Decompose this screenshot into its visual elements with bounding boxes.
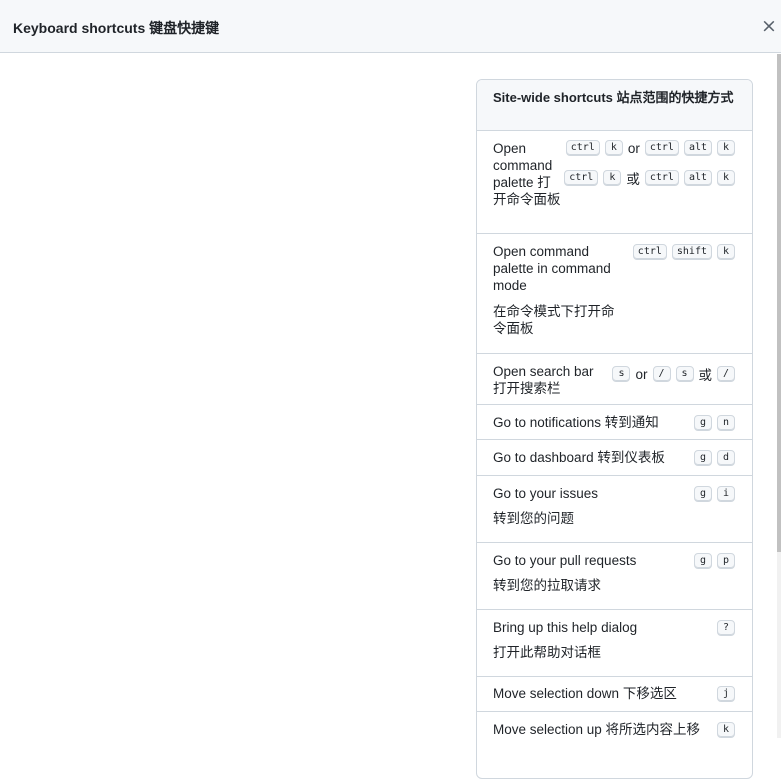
key: k <box>604 140 623 156</box>
key: ? <box>717 620 735 636</box>
shortcut-keys: ? <box>717 620 735 636</box>
shortcut-description-translation: 转到您的问题 <box>493 511 574 526</box>
shortcut-description: Open command palette 打开命令面板 <box>493 141 561 207</box>
key: alt <box>683 140 712 156</box>
key: g <box>694 553 712 569</box>
shortcut-description: Bring up this help dialog <box>493 620 638 635</box>
key: alt <box>683 170 712 186</box>
key: ctrl <box>644 170 679 186</box>
shortcut-description: Go to dashboard 转到仪表板 <box>493 450 665 465</box>
scrollbar-thumb[interactable] <box>777 54 781 552</box>
or-separator: 或 <box>626 172 640 187</box>
shortcut-keys: ctrl k 或 ctrl alt k <box>564 168 735 188</box>
key: j <box>717 686 735 702</box>
dialog-title: Keyboard shortcuts 键盘快捷键 <box>13 20 220 36</box>
shortcut-row-dashboard: Go to dashboard 转到仪表板 g d <box>477 440 752 476</box>
shortcut-row-command-mode: Open command palette in command mode 在命令… <box>477 234 752 354</box>
key: n <box>717 415 735 431</box>
shortcut-description: Open search bar 打开搜索栏 <box>493 364 594 396</box>
shortcut-description: Move selection down 下移选区 <box>493 686 677 701</box>
key: k <box>603 170 622 186</box>
key: ctrl <box>644 140 679 156</box>
shortcut-keys: g p <box>694 553 735 569</box>
shortcut-keys: s or / s 或 / <box>612 364 735 384</box>
dialog-header: Keyboard shortcuts 键盘快捷键 × <box>0 0 781 53</box>
key: p <box>717 553 735 569</box>
shortcut-row-command-palette: Open command palette 打开命令面板 ctrl k or ct… <box>477 131 752 234</box>
key: s <box>675 366 694 382</box>
shortcut-keys: g d <box>694 450 735 466</box>
shortcut-row-search: Open search bar 打开搜索栏 s or / s 或 / <box>477 354 752 405</box>
shortcut-keys: ctrl k or ctrl alt k <box>565 140 735 156</box>
shortcut-row-issues: Go to your issues 转到您的问题 g i <box>477 476 752 543</box>
shortcut-row-help-dialog: Bring up this help dialog 打开此帮助对话框 ? <box>477 610 752 677</box>
shortcut-description: Open command palette in command mode <box>493 244 611 293</box>
key: / <box>717 366 735 382</box>
key: k <box>717 722 735 738</box>
key: k <box>717 244 735 260</box>
shortcut-row-move-down: Move selection down 下移选区 j <box>477 677 752 712</box>
key: d <box>717 450 735 466</box>
section-header: Site-wide shortcuts 站点范围的快捷方式 <box>477 80 752 131</box>
key: ctrl <box>564 170 599 186</box>
shortcut-description: Go to your pull requests <box>493 553 637 568</box>
shortcut-description: Go to notifications 转到通知 <box>493 415 659 430</box>
shortcut-keys: ctrl shift k <box>632 244 735 260</box>
key: g <box>694 450 712 466</box>
site-wide-shortcuts-card: Site-wide shortcuts 站点范围的快捷方式 Open comma… <box>476 79 753 779</box>
or-separator: 或 <box>698 368 713 383</box>
key: ctrl <box>632 244 667 260</box>
or-separator: or <box>635 366 648 382</box>
key: k <box>717 170 735 186</box>
close-icon[interactable]: × <box>761 16 777 36</box>
shortcut-description-translation: 在命令模式下打开命令面板 <box>493 304 615 336</box>
shortcut-description: Move selection up 将所选内容上移 <box>493 722 701 737</box>
shortcut-keys: g i <box>694 486 735 502</box>
key: / <box>652 366 671 382</box>
key: i <box>717 486 735 502</box>
key: shift <box>671 244 712 260</box>
shortcut-row-notifications: Go to notifications 转到通知 g n <box>477 405 752 440</box>
shortcut-keys: g n <box>694 415 735 431</box>
key: ctrl <box>565 140 600 156</box>
shortcut-description-translation: 转到您的拉取请求 <box>493 578 601 593</box>
shortcut-keys: k <box>717 722 735 738</box>
shortcut-row-pull-requests: Go to your pull requests 转到您的拉取请求 g p <box>477 543 752 610</box>
or-separator: or <box>627 140 640 156</box>
key: k <box>717 140 735 156</box>
shortcut-keys: j <box>717 686 735 702</box>
shortcut-description-translation: 打开此帮助对话框 <box>493 645 601 660</box>
section-title: Site-wide shortcuts 站点范围的快捷方式 <box>493 90 734 105</box>
shortcut-row-move-up: Move selection up 将所选内容上移 k <box>477 712 752 772</box>
shortcut-description: Go to your issues <box>493 486 599 501</box>
key: s <box>612 366 631 382</box>
key: g <box>694 415 712 431</box>
key: g <box>694 486 712 502</box>
